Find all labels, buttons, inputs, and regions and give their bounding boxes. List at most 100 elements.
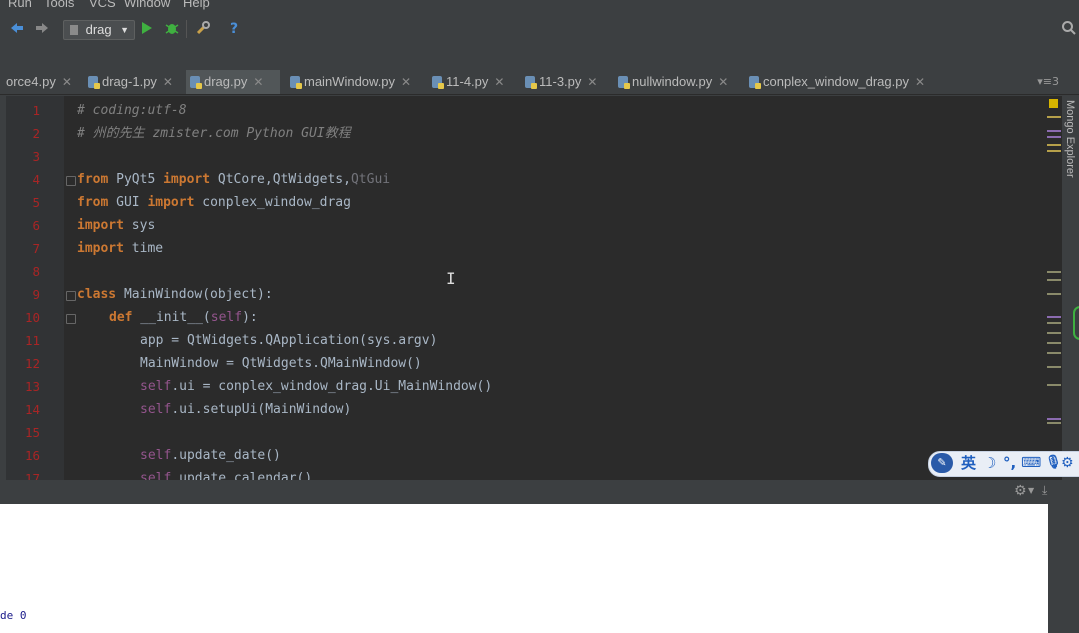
keyboard-icon[interactable]: ⌨ (1021, 454, 1041, 472)
hide-panel-icon[interactable]: ⤓ (1042, 483, 1047, 498)
line-number: 7 (32, 241, 40, 256)
line-number: 10 (24, 310, 40, 325)
code-line-4: from PyQt5 import QtCore,QtWidgets,QtGui (77, 172, 391, 187)
close-icon[interactable]: ✕ (253, 75, 263, 89)
tab-11-4[interactable]: 11-4.py ✕ (428, 70, 504, 94)
marker[interactable] (1047, 418, 1061, 420)
fold-icon[interactable] (66, 291, 76, 301)
close-icon[interactable]: ✕ (401, 75, 411, 89)
code-line-11: app = QtWidgets.QApplication(sys.argv) (140, 333, 438, 348)
search-icon[interactable] (1060, 20, 1078, 38)
code-line-12: MainWindow = QtWidgets.QMainWindow() (140, 356, 422, 371)
close-icon[interactable]: ✕ (62, 75, 72, 89)
chevron-down-icon: ▼ (120, 25, 129, 35)
marker[interactable] (1047, 352, 1061, 354)
code-line-17: self.update_calendar() (140, 471, 313, 480)
tab-list-menu[interactable]: ▾≡3 (1037, 70, 1059, 94)
menu-run[interactable]: Run (8, 0, 32, 10)
back-icon[interactable] (8, 20, 26, 38)
code-line-10: def __init__(self): (109, 310, 258, 325)
tab-drag-1[interactable]: drag-1.py ✕ (84, 70, 173, 94)
microphone-icon[interactable]: 🎙 (1045, 454, 1062, 472)
marker[interactable] (1047, 150, 1061, 152)
menu-window[interactable]: Window (124, 0, 170, 10)
tab-label: drag.py (204, 74, 248, 89)
run-output-panel[interactable]: de 0 (0, 504, 1048, 633)
marker[interactable] (1047, 366, 1061, 368)
chevron-down-icon[interactable]: ▼ (1028, 486, 1034, 495)
marker[interactable] (1047, 322, 1061, 324)
bottom-panel-header: ⚙ ▼ ⤓ (0, 480, 1079, 504)
warning-icon (1049, 99, 1058, 108)
tab-mainwindow[interactable]: mainWindow.py ✕ (286, 70, 411, 94)
marker[interactable] (1047, 136, 1061, 138)
line-number-gutter: 1 2 3 4 5 6 7 8 9 10 11 12 13 14 15 16 1… (6, 96, 64, 486)
green-indicator-icon (1073, 306, 1079, 340)
ime-toolbar[interactable]: ✎ 英 ☽ °, ⌨ 🎙 ⚙ (928, 451, 1079, 477)
python-file-icon (432, 76, 444, 89)
console-output-line: de 0 (0, 609, 27, 622)
settings-wrench-icon[interactable] (194, 20, 212, 38)
menu-bar: Run Tools VCS Window Help (0, 0, 1079, 12)
marker[interactable] (1047, 293, 1061, 295)
python-file-icon (749, 76, 761, 89)
run-icon[interactable] (139, 20, 155, 38)
debug-icon[interactable] (163, 20, 181, 38)
ime-punctuation-toggle[interactable]: °, (1003, 454, 1016, 472)
marker[interactable] (1047, 342, 1061, 344)
close-icon[interactable]: ✕ (163, 75, 173, 89)
toolbar-divider (186, 20, 187, 38)
tab-orce4[interactable]: orce4.py ✕ (6, 70, 72, 94)
marker[interactable] (1047, 316, 1061, 318)
marker[interactable] (1047, 384, 1061, 386)
code-editor[interactable]: # coding:utf-8 # 州的先生 zmister.com Python… (64, 96, 1044, 480)
marker[interactable] (1047, 279, 1061, 281)
forward-icon[interactable] (33, 20, 51, 38)
marker[interactable] (1047, 422, 1061, 424)
close-icon[interactable]: ✕ (718, 75, 728, 89)
code-line-16: self.update_date() (140, 448, 281, 463)
menu-vcs[interactable]: VCS (89, 0, 116, 10)
code-line-6: import sys (77, 218, 156, 233)
tab-label: 11-3.py (539, 74, 582, 89)
gear-icon[interactable]: ⚙ (1061, 454, 1074, 472)
gear-icon[interactable]: ⚙ (1014, 483, 1027, 499)
tab-conplex-window-drag[interactable]: conplex_window_drag.py ✕ (745, 70, 925, 94)
ime-logo-icon[interactable]: ✎ (931, 453, 953, 473)
tab-label: drag-1.py (102, 74, 157, 89)
code-line-2: # 州的先生 zmister.com Python GUI教程 (77, 126, 351, 141)
tab-nullwindow[interactable]: nullwindow.py ✕ (614, 70, 728, 94)
close-icon[interactable]: ✕ (915, 75, 925, 89)
python-icon (70, 25, 78, 35)
ime-fullwidth-toggle[interactable]: ☽ (983, 454, 996, 472)
fold-icon[interactable] (66, 314, 76, 324)
marker[interactable] (1047, 130, 1061, 132)
python-file-icon (525, 76, 537, 89)
editor-tab-bar: orce4.py ✕ drag-1.py ✕ drag.py ✕ mainWindow… (0, 70, 1079, 95)
line-number: 9 (32, 287, 40, 302)
mongo-explorer-tab[interactable]: Mongo Explorer (1064, 100, 1076, 190)
tab-11-3[interactable]: 11-3.py ✕ (521, 70, 597, 94)
line-number: 6 (32, 218, 40, 233)
code-line-9: class MainWindow(object): (77, 287, 273, 302)
marker[interactable] (1047, 144, 1061, 146)
help-icon[interactable]: ? (226, 20, 242, 38)
marker[interactable] (1047, 271, 1061, 273)
tab-label: mainWindow.py (304, 74, 396, 89)
tab-label: nullwindow.py (632, 74, 713, 89)
marker[interactable] (1047, 116, 1061, 118)
menu-tools[interactable]: Tools (44, 0, 74, 10)
error-stripe[interactable] (1044, 96, 1062, 480)
close-icon[interactable]: ✕ (494, 75, 504, 89)
close-icon[interactable]: ✕ (587, 75, 597, 89)
fold-icon[interactable] (66, 176, 76, 186)
tab-label: conplex_window_drag.py (763, 74, 909, 89)
run-configuration-select[interactable]: drag ▼ (63, 20, 135, 40)
line-number: 15 (24, 425, 40, 440)
bottom-panel-scrollbar[interactable] (1048, 504, 1079, 633)
menu-help[interactable]: Help (183, 0, 210, 10)
ime-language-toggle[interactable]: 英 (961, 454, 976, 472)
tab-drag[interactable]: drag.py ✕ (186, 70, 280, 94)
line-number: 16 (24, 448, 40, 463)
marker[interactable] (1047, 332, 1061, 334)
